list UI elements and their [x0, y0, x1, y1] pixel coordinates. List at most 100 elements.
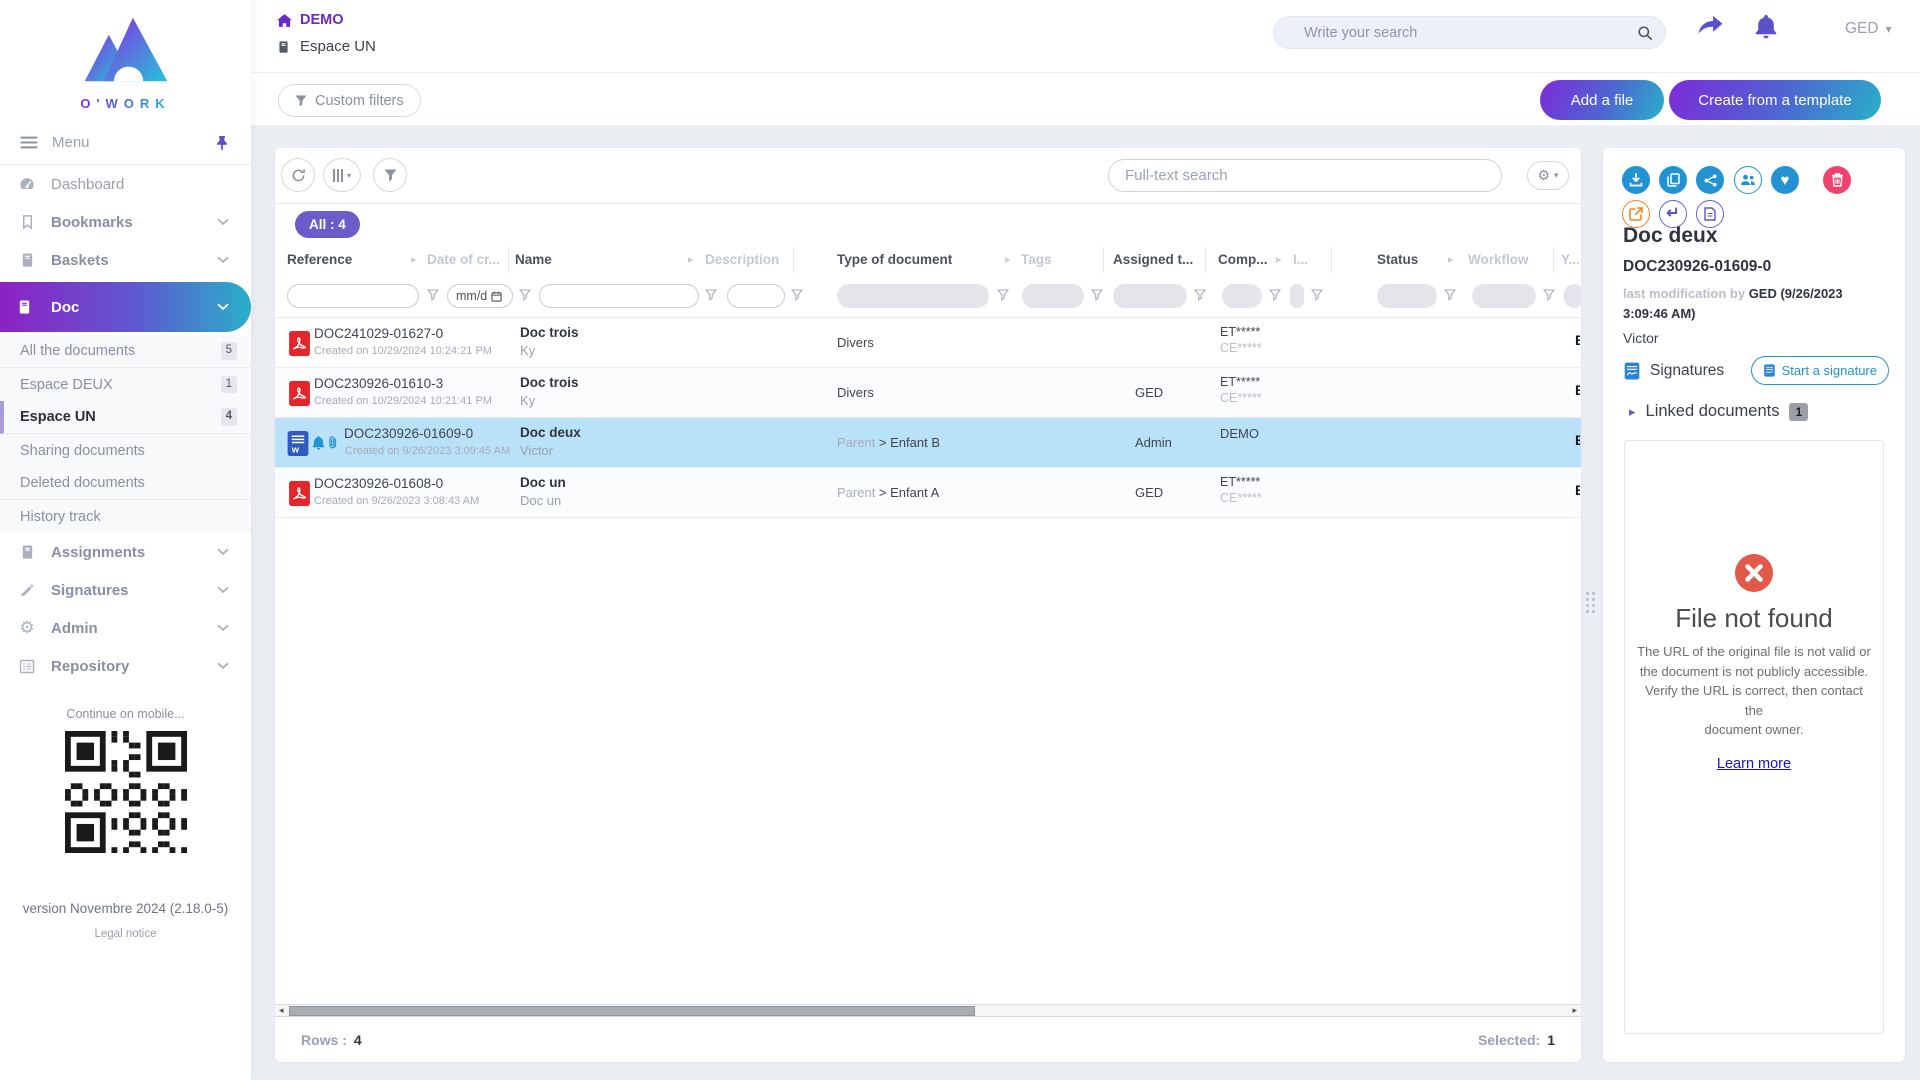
- breadcrumb-space[interactable]: Espace UN: [277, 38, 376, 55]
- menu-toggle[interactable]: Menu: [0, 121, 251, 165]
- sidebar-item-doc-active[interactable]: Doc: [0, 282, 251, 332]
- truncated-cell: E: [1575, 382, 1580, 398]
- sort-arrow-icon[interactable]: ▸: [411, 253, 417, 266]
- table-footer: Rows :4 Selected:1: [275, 1017, 1581, 1062]
- sidebar-item-espace-un[interactable]: Espace UN 4: [0, 401, 251, 434]
- horizontal-scrollbar[interactable]: ◂ ▸: [275, 1004, 1581, 1017]
- filter-button[interactable]: [373, 158, 407, 192]
- sidebar-item-all-documents[interactable]: All the documents 5: [0, 335, 251, 368]
- table-row[interactable]: DOC230926-01608-0 Created on 9/26/2023 3…: [275, 468, 1581, 518]
- column-header-type[interactable]: Type of document: [837, 252, 952, 267]
- funnel-icon[interactable]: [1091, 289, 1103, 301]
- sidebar-item-admin[interactable]: ⚙ Admin: [0, 609, 251, 647]
- chevron-down-icon: [217, 303, 229, 311]
- sidebar-item-history-track[interactable]: History track: [0, 500, 251, 533]
- custom-filters-button[interactable]: Custom filters: [278, 84, 421, 117]
- sidebar-item-dashboard[interactable]: Dashboard: [0, 165, 251, 203]
- column-header-tags[interactable]: Tags: [1021, 252, 1052, 267]
- funnel-icon[interactable]: [427, 289, 439, 301]
- document-title: Doc deux: [1623, 224, 1718, 248]
- doc-subname: Ky: [520, 343, 535, 358]
- table-row-selected[interactable]: w DOC230926-01609-0 Created on 9/26/2023…: [275, 418, 1581, 468]
- legal-notice-link[interactable]: Legal notice: [0, 928, 251, 940]
- external-link-icon: [1629, 207, 1643, 221]
- table-settings-button[interactable]: ⚙ ▾: [1527, 161, 1569, 190]
- column-header-assigned[interactable]: Assigned t...: [1113, 252, 1193, 267]
- column-header-date[interactable]: Date of cr...: [427, 252, 500, 267]
- filter-row: mm/d: [275, 276, 1581, 318]
- funnel-icon[interactable]: [519, 289, 531, 301]
- add-file-button[interactable]: Add a file: [1540, 80, 1664, 120]
- filter-description-input[interactable]: [728, 285, 784, 307]
- funnel-icon[interactable]: [791, 289, 803, 301]
- copy-button[interactable]: [1659, 166, 1687, 194]
- sidebar-item-sharing-documents[interactable]: Sharing documents: [0, 434, 251, 467]
- notification-bell-icon: [312, 436, 325, 450]
- sidebar-item-baskets[interactable]: Baskets: [0, 241, 251, 279]
- assign-users-button[interactable]: [1734, 166, 1762, 194]
- table-row[interactable]: DOC241029-01627-0 Created on 10/29/2024 …: [275, 318, 1581, 368]
- sidebar-item-assignments[interactable]: Assignments: [0, 533, 251, 571]
- global-search-input[interactable]: [1304, 17, 1624, 48]
- search-icon[interactable]: [1637, 25, 1653, 41]
- sidebar-item-signatures[interactable]: Signatures: [0, 571, 251, 609]
- start-signature-button[interactable]: Start a signature: [1751, 356, 1889, 385]
- column-header-name[interactable]: Name: [515, 252, 552, 267]
- funnel-icon[interactable]: [1311, 289, 1323, 301]
- funnel-icon[interactable]: [1444, 289, 1456, 301]
- refresh-button[interactable]: [281, 158, 315, 192]
- linked-documents-toggle[interactable]: ▸ Linked documents 1: [1629, 402, 1808, 421]
- column-header-i[interactable]: I...: [1293, 252, 1308, 267]
- column-header-reference[interactable]: Reference: [287, 252, 352, 267]
- user-menu[interactable]: GED ▾: [1845, 20, 1892, 38]
- sort-arrow-icon[interactable]: ▸: [1276, 253, 1282, 266]
- filter-i-disabled: [1290, 284, 1304, 308]
- doc-reference: DOC230926-01608-0: [314, 476, 443, 491]
- filter-reference-input[interactable]: [288, 285, 418, 307]
- funnel-icon[interactable]: [1194, 289, 1206, 301]
- table-row[interactable]: DOC230926-01610-3 Created on 10/29/2024 …: [275, 368, 1581, 418]
- sidebar-item-bookmarks[interactable]: Bookmarks: [0, 203, 251, 241]
- pin-icon[interactable]: [215, 135, 229, 151]
- sort-arrow-icon[interactable]: ▸: [1005, 253, 1011, 266]
- column-header-workflow[interactable]: Workflow: [1468, 252, 1529, 267]
- funnel-icon[interactable]: [1543, 289, 1555, 301]
- sort-arrow-icon[interactable]: ▸: [688, 253, 694, 266]
- learn-more-link[interactable]: Learn more: [1717, 756, 1791, 772]
- column-header-y[interactable]: Y...: [1561, 252, 1580, 267]
- filter-date-input[interactable]: mm/d: [447, 284, 513, 308]
- calendar-icon: [491, 291, 502, 302]
- truncated-cell: E: [1575, 332, 1580, 348]
- filter-name-input[interactable]: [540, 285, 698, 307]
- delete-button[interactable]: [1823, 166, 1851, 194]
- tab-all-documents[interactable]: All : 4: [295, 211, 360, 238]
- app-logo[interactable]: O'WORK: [0, 0, 251, 111]
- download-button[interactable]: [1622, 166, 1650, 194]
- sidebar-item-deleted-documents[interactable]: Deleted documents: [0, 467, 251, 500]
- scrollbar-thumb[interactable]: [289, 1006, 975, 1016]
- truncated-cell: E: [1575, 432, 1580, 448]
- scroll-left-icon[interactable]: ◂: [279, 1005, 284, 1016]
- share-button[interactable]: [1696, 166, 1724, 194]
- share-forward-icon[interactable]: [1698, 16, 1724, 37]
- doc-reference: DOC230926-01609-0: [344, 426, 473, 441]
- panel-resize-handle[interactable]: [1586, 592, 1595, 613]
- sort-arrow-icon[interactable]: ▸: [1448, 253, 1454, 266]
- fulltext-search-input[interactable]: [1109, 160, 1501, 191]
- column-header-company[interactable]: Comp...: [1218, 252, 1268, 267]
- notifications-bell-icon[interactable]: [1754, 15, 1778, 39]
- column-header-description[interactable]: Description: [705, 252, 779, 267]
- favorite-button[interactable]: ♥: [1771, 166, 1799, 194]
- sidebar-item-espace-deux[interactable]: Espace DEUX 1: [0, 368, 251, 401]
- funnel-icon[interactable]: [997, 289, 1009, 301]
- sidebar-item-repository[interactable]: Repository: [0, 647, 251, 685]
- create-template-button[interactable]: Create from a template: [1669, 80, 1881, 120]
- doc-created: Created on 10/29/2024 10:21:41 PM: [314, 395, 492, 407]
- column-header-status[interactable]: Status: [1377, 252, 1418, 267]
- columns-button[interactable]: ▾: [323, 158, 361, 192]
- breadcrumb-app[interactable]: DEMO: [277, 12, 344, 28]
- funnel-icon[interactable]: [705, 289, 717, 301]
- funnel-icon[interactable]: [1269, 289, 1281, 301]
- scroll-right-icon[interactable]: ▸: [1572, 1005, 1577, 1016]
- signature-file-icon: [1763, 364, 1776, 377]
